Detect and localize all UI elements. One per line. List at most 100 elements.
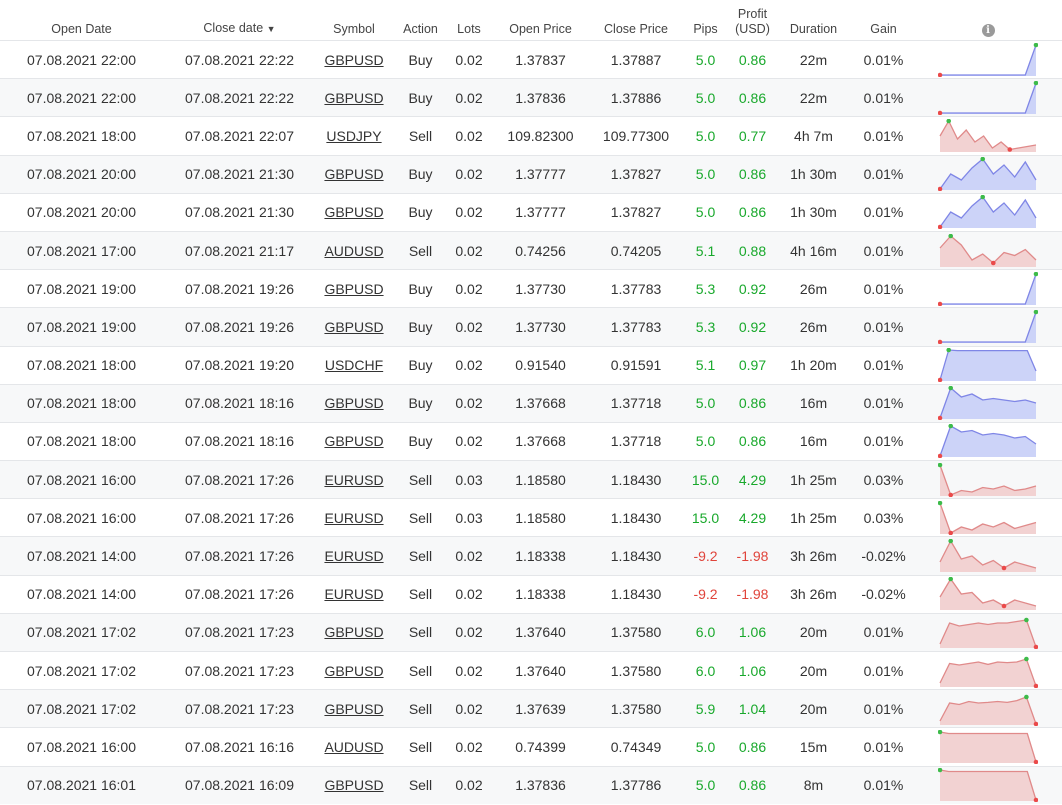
symbol-link[interactable]: EURUSD	[324, 548, 383, 564]
header-close-price[interactable]: Close Price	[592, 0, 680, 41]
header-duration-label: Duration	[789, 22, 838, 36]
table-row[interactable]: 07.08.2021 16:00 07.08.2021 17:26 EURUSD Se…	[0, 498, 1062, 537]
symbol-cell: GBPUSD	[316, 612, 392, 652]
close-price-cell: 1.37887	[592, 39, 680, 79]
duration-cell: 20m	[774, 650, 853, 690]
sparkline-cell	[914, 498, 1062, 537]
table-row[interactable]: 07.08.2021 16:01 07.08.2021 16:09 GBPUSD Se…	[0, 765, 1062, 805]
open-date-cell: 07.08.2021 16:00	[0, 498, 163, 537]
info-icon[interactable]: i	[981, 24, 995, 37]
symbol-link[interactable]: GBPUSD	[324, 395, 383, 411]
table-row[interactable]: 07.08.2021 14:00 07.08.2021 17:26 EURUSD Se…	[0, 574, 1062, 614]
table-row[interactable]: 07.08.2021 18:00 07.08.2021 18:16 GBPUSD Bu…	[0, 383, 1062, 423]
table-row[interactable]: 07.08.2021 17:00 07.08.2021 21:17 AUDUSD Se…	[0, 230, 1062, 270]
table-row[interactable]: 07.08.2021 22:00 07.08.2021 22:22 GBPUSD Bu…	[0, 39, 1062, 79]
sparkline-low-dot	[938, 339, 943, 344]
symbol-link[interactable]: EURUSD	[324, 472, 383, 488]
table-row[interactable]: 07.08.2021 20:00 07.08.2021 21:30 GBPUSD Bu…	[0, 192, 1062, 232]
symbol-link[interactable]: EURUSD	[324, 510, 383, 526]
table-row[interactable]: 07.08.2021 16:00 07.08.2021 16:16 AUDUSD Se…	[0, 727, 1062, 767]
symbol-link[interactable]: GBPUSD	[324, 319, 383, 335]
symbol-cell: GBPUSD	[316, 765, 392, 805]
trade-sparkline	[938, 386, 1037, 421]
trade-sparkline	[938, 729, 1038, 764]
close-date-cell: 07.08.2021 17:26	[163, 460, 316, 499]
symbol-link[interactable]: GBPUSD	[324, 624, 383, 640]
profit-cell: 0.86	[731, 192, 774, 232]
header-open-date[interactable]: Open Date	[0, 0, 163, 41]
symbol-cell: USDJPY	[316, 116, 392, 156]
pips-cell: 5.1	[680, 345, 731, 385]
trade-sparkline	[938, 42, 1038, 77]
table-row[interactable]: 07.08.2021 18:00 07.08.2021 19:20 USDCHF Bu…	[0, 345, 1062, 385]
open-date-cell: 07.08.2021 18:00	[0, 383, 163, 423]
symbol-link[interactable]: GBPUSD	[324, 281, 383, 297]
symbol-link[interactable]: GBPUSD	[324, 52, 383, 68]
table-row[interactable]: 07.08.2021 17:02 07.08.2021 17:23 GBPUSD Se…	[0, 650, 1062, 690]
table-row[interactable]: 07.08.2021 22:00 07.08.2021 22:22 GBPUSD Bu…	[0, 78, 1062, 117]
pips-cell: 5.9	[680, 689, 731, 728]
close-price-cell: 0.91591	[592, 345, 680, 385]
header-lots[interactable]: Lots	[449, 0, 489, 41]
header-duration[interactable]: Duration	[774, 0, 853, 41]
symbol-link[interactable]: AUDUSD	[324, 243, 383, 259]
gain-cell: 0.01%	[853, 192, 914, 232]
symbol-link[interactable]: EURUSD	[324, 586, 383, 602]
symbol-link[interactable]: GBPUSD	[324, 204, 383, 220]
sparkline-area	[940, 464, 1036, 496]
trade-sparkline	[938, 348, 1037, 383]
trade-sparkline	[938, 157, 1037, 192]
lots-cell: 0.02	[449, 574, 489, 614]
gain-cell: 0.01%	[853, 78, 914, 117]
duration-cell: 4h 7m	[774, 116, 853, 156]
duration-cell: 3h 26m	[774, 574, 853, 614]
sparkline-low-dot	[938, 110, 943, 115]
header-symbol[interactable]: Symbol	[316, 0, 392, 41]
profit-cell: 0.86	[731, 765, 774, 805]
symbol-link[interactable]: GBPUSD	[324, 166, 383, 182]
header-profit-label: Profit	[737, 7, 768, 21]
table-row[interactable]: 07.08.2021 18:00 07.08.2021 18:16 GBPUSD Bu…	[0, 421, 1062, 461]
open-date-cell: 07.08.2021 20:00	[0, 192, 163, 232]
close-date-cell: 07.08.2021 19:26	[163, 307, 316, 346]
duration-cell: 16m	[774, 383, 853, 423]
sparkline-high-dot	[1033, 80, 1038, 86]
header-close-date[interactable]: Close date ▼	[163, 0, 316, 41]
table-row[interactable]: 07.08.2021 16:00 07.08.2021 17:26 EURUSD Se…	[0, 460, 1062, 499]
open-price-cell: 1.37836	[489, 78, 592, 117]
table-row[interactable]: 07.08.2021 19:00 07.08.2021 19:26 GBPUSD Bu…	[0, 269, 1062, 308]
symbol-link[interactable]: AUDUSD	[324, 739, 383, 755]
symbol-link[interactable]: GBPUSD	[324, 701, 383, 717]
symbol-link[interactable]: USDJPY	[326, 128, 381, 144]
sparkline-cell	[914, 78, 1062, 117]
symbol-link[interactable]: GBPUSD	[324, 663, 383, 679]
header-open-price[interactable]: Open Price	[489, 0, 592, 41]
sparkline-area	[940, 426, 1036, 458]
close-date-cell: 07.08.2021 22:07	[163, 116, 316, 156]
sparkline-high-dot	[1033, 309, 1038, 315]
symbol-link[interactable]: GBPUSD	[324, 90, 383, 106]
table-row[interactable]: 07.08.2021 17:02 07.08.2021 17:23 GBPUSD Se…	[0, 689, 1062, 728]
open-date-cell: 07.08.2021 22:00	[0, 78, 163, 117]
table-row[interactable]: 07.08.2021 17:02 07.08.2021 17:23 GBPUSD Se…	[0, 612, 1062, 652]
symbol-cell: GBPUSD	[316, 650, 392, 690]
action-cell: Buy	[392, 154, 449, 194]
table-row[interactable]: 07.08.2021 14:00 07.08.2021 17:26 EURUSD Se…	[0, 536, 1062, 576]
symbol-cell: GBPUSD	[316, 383, 392, 423]
header-gain[interactable]: Gain	[853, 0, 914, 41]
trade-sparkline	[939, 118, 1037, 152]
symbol-link[interactable]: GBPUSD	[324, 777, 383, 793]
symbol-link[interactable]: GBPUSD	[324, 433, 383, 449]
symbol-link[interactable]: USDCHF	[325, 357, 383, 373]
header-action[interactable]: Action	[392, 0, 449, 41]
table-row[interactable]: 07.08.2021 19:00 07.08.2021 19:26 GBPUSD Bu…	[0, 307, 1062, 346]
table-row[interactable]: 07.08.2021 18:00 07.08.2021 22:07 USDJPY Se…	[0, 116, 1062, 156]
header-pips[interactable]: Pips	[680, 0, 731, 41]
header-profit[interactable]: Profit (USD)	[731, 0, 774, 41]
lots-cell: 0.03	[449, 498, 489, 537]
sparkline-high-dot	[1024, 694, 1029, 700]
pips-cell: 5.0	[680, 192, 731, 232]
duration-cell: 22m	[774, 39, 853, 79]
profit-cell: 0.86	[731, 154, 774, 194]
table-row[interactable]: 07.08.2021 20:00 07.08.2021 21:30 GBPUSD Bu…	[0, 154, 1062, 194]
